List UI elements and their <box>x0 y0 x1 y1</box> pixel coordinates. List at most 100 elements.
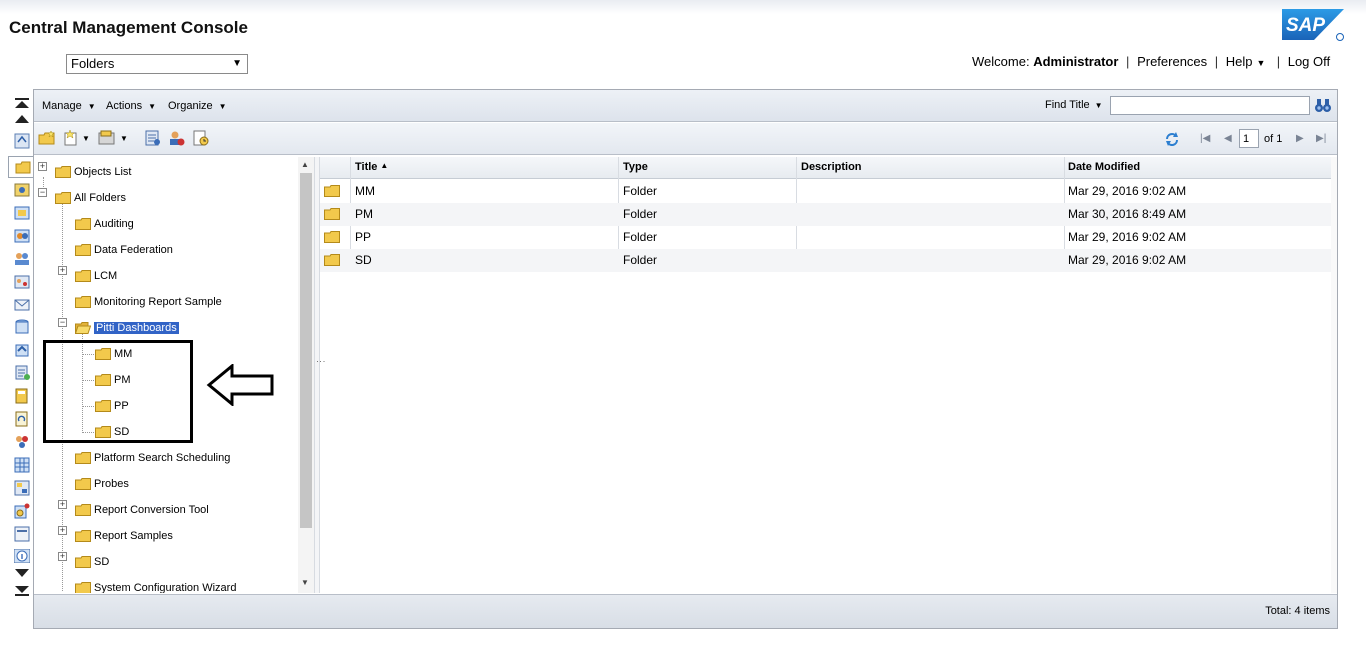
instances-icon[interactable] <box>12 410 32 428</box>
folder-icon <box>75 530 91 542</box>
find-title-label: Find Title <box>1045 99 1090 111</box>
collapse-icon[interactable]: − <box>38 188 47 197</box>
next-page-icon[interactable]: ▶ <box>1296 133 1304 144</box>
find-title-input[interactable] <box>1110 96 1310 115</box>
personal-folders-icon[interactable] <box>12 180 32 198</box>
scroll-down-icon[interactable] <box>12 564 32 582</box>
table-row[interactable]: PP Folder Mar 29, 2016 9:02 AM <box>320 226 1331 249</box>
logoff-link[interactable]: Log Off <box>1288 54 1330 69</box>
tree-item-probes[interactable]: Probes <box>75 475 129 493</box>
find-title-dropdown[interactable]: Find Title ▼ <box>1045 99 1103 111</box>
page-number-input[interactable] <box>1239 129 1259 148</box>
tree-item-monitoring-report-sample[interactable]: Monitoring Report Sample <box>75 293 222 311</box>
tree-item-platform-search-scheduling[interactable]: Platform Search Scheduling <box>75 449 230 467</box>
scrollbar-thumb[interactable] <box>300 173 312 528</box>
column-header-date-modified[interactable]: Date Modified <box>1068 161 1140 173</box>
scroll-up-arrow-icon[interactable]: ▲ <box>301 160 309 169</box>
cell-title[interactable]: SD <box>355 253 372 267</box>
preferences-link[interactable]: Preferences <box>1137 54 1207 69</box>
settings-icon[interactable] <box>12 525 32 543</box>
expand-icon[interactable]: + <box>58 526 67 535</box>
federation-icon[interactable] <box>12 479 32 497</box>
table-row[interactable]: PM Folder Mar 30, 2016 8:49 AM <box>320 203 1331 226</box>
folder-icon <box>75 270 91 282</box>
actions-menu[interactable]: Actions ▼ <box>106 100 156 112</box>
folder-icon <box>75 478 91 490</box>
new-folder-icon[interactable] <box>38 130 56 148</box>
history-icon[interactable] <box>192 130 210 148</box>
cmc-window: Central Management Console SAP Folders ▼… <box>0 0 1366 651</box>
categories-icon[interactable] <box>12 203 32 221</box>
tree-item-report-conversion-tool[interactable]: Report Conversion Tool <box>75 501 209 519</box>
cell-title[interactable]: PM <box>355 207 373 221</box>
area-select[interactable]: Folders ▼ <box>66 54 248 74</box>
server-groups-icon[interactable] <box>12 341 32 359</box>
user-bar: Welcome: Administrator | Preferences | H… <box>972 54 1331 69</box>
new-object-icon[interactable] <box>62 129 80 148</box>
scroll-bottom-icon[interactable] <box>12 582 32 600</box>
last-page-icon[interactable]: ▶| <box>1316 133 1326 144</box>
tree-item-objects-list[interactable]: Objects List <box>55 163 131 181</box>
table-row[interactable]: SD Folder Mar 29, 2016 9:02 AM <box>320 249 1331 272</box>
tree-item-all-folders[interactable]: All Folders <box>55 189 126 207</box>
annotation-arrow-icon <box>206 362 276 408</box>
authentication-icon[interactable] <box>12 456 32 474</box>
toolbar: ▼ ▼ <box>34 123 1337 155</box>
status-bar <box>34 594 1337 628</box>
folders-nav-icon[interactable] <box>8 156 36 178</box>
table-row[interactable]: MM Folder Mar 29, 2016 9:02 AM <box>320 180 1331 203</box>
scroll-down-arrow-icon[interactable]: ▼ <box>301 578 309 587</box>
expand-icon[interactable]: + <box>38 162 47 171</box>
servers-icon[interactable] <box>12 318 32 336</box>
tree-item-report-samples[interactable]: Report Samples <box>75 527 173 545</box>
expand-icon[interactable]: + <box>58 552 67 561</box>
inboxes-icon[interactable] <box>12 272 32 290</box>
chevron-down-icon: ▼ <box>87 102 96 111</box>
chevron-down-icon: ▼ <box>218 102 227 111</box>
help-menu[interactable]: Help ▼ <box>1226 54 1266 69</box>
cell-title[interactable]: PP <box>355 230 371 244</box>
tree-item-label: Platform Search Scheduling <box>94 452 231 464</box>
tree-item-label: Report Samples <box>94 530 173 542</box>
access-levels-icon[interactable] <box>12 364 32 382</box>
app-title: Central Management Console <box>9 18 248 37</box>
applications-icon[interactable] <box>12 433 32 451</box>
details-grid: Title ▲ Type Description Date Modified MM… <box>320 157 1331 593</box>
tree-item-sd-root[interactable]: SD <box>75 553 109 571</box>
first-page-icon[interactable]: |◀ <box>1200 133 1210 144</box>
properties-icon[interactable] <box>144 130 162 148</box>
folder-icon <box>324 208 340 220</box>
tree-item-data-federation[interactable]: Data Federation <box>75 241 173 259</box>
info-icon[interactable] <box>12 547 32 565</box>
collapse-icon[interactable]: − <box>58 318 67 327</box>
column-header-title[interactable]: Title ▲ <box>355 161 388 173</box>
folder-actions-icon[interactable] <box>98 130 116 148</box>
scroll-up-icon[interactable] <box>12 110 32 128</box>
tree-item-label: System Configuration Wizard <box>94 582 237 593</box>
tree-item-pitti-dashboards[interactable]: Pitti Dashboards <box>75 319 179 337</box>
personal-categories-icon[interactable] <box>12 226 32 244</box>
tree-item-lcm[interactable]: LCM <box>75 267 117 285</box>
tree-item-system-configuration-wizard[interactable]: System Configuration Wizard <box>75 579 236 593</box>
sort-ascending-icon: ▲ <box>380 161 389 170</box>
tree-item-auditing[interactable]: Auditing <box>75 215 134 233</box>
expand-icon[interactable]: + <box>58 266 67 275</box>
binoculars-search-icon[interactable] <box>1314 97 1332 114</box>
manage-menu[interactable]: Manage ▼ <box>42 100 96 112</box>
cmc-home-icon[interactable] <box>12 132 32 150</box>
column-header-type[interactable]: Type <box>623 161 648 173</box>
cell-title[interactable]: MM <box>355 184 375 198</box>
chevron-down-icon[interactable]: ▼ <box>120 134 138 152</box>
user-security-icon[interactable] <box>168 130 186 148</box>
previous-page-icon[interactable]: ◀ <box>1224 133 1232 144</box>
tree-scrollbar[interactable]: ▲ ▼ <box>298 157 314 593</box>
users-groups-icon[interactable] <box>12 249 32 267</box>
column-header-description[interactable]: Description <box>801 161 862 173</box>
organize-menu[interactable]: Organize ▼ <box>168 100 227 112</box>
events-icon[interactable] <box>12 295 32 313</box>
calendars-icon[interactable] <box>12 387 32 405</box>
grid-scrollbar[interactable] <box>1331 157 1337 593</box>
expand-icon[interactable]: + <box>58 500 67 509</box>
refresh-icon[interactable] <box>1164 131 1180 150</box>
license-keys-icon[interactable] <box>12 502 32 520</box>
